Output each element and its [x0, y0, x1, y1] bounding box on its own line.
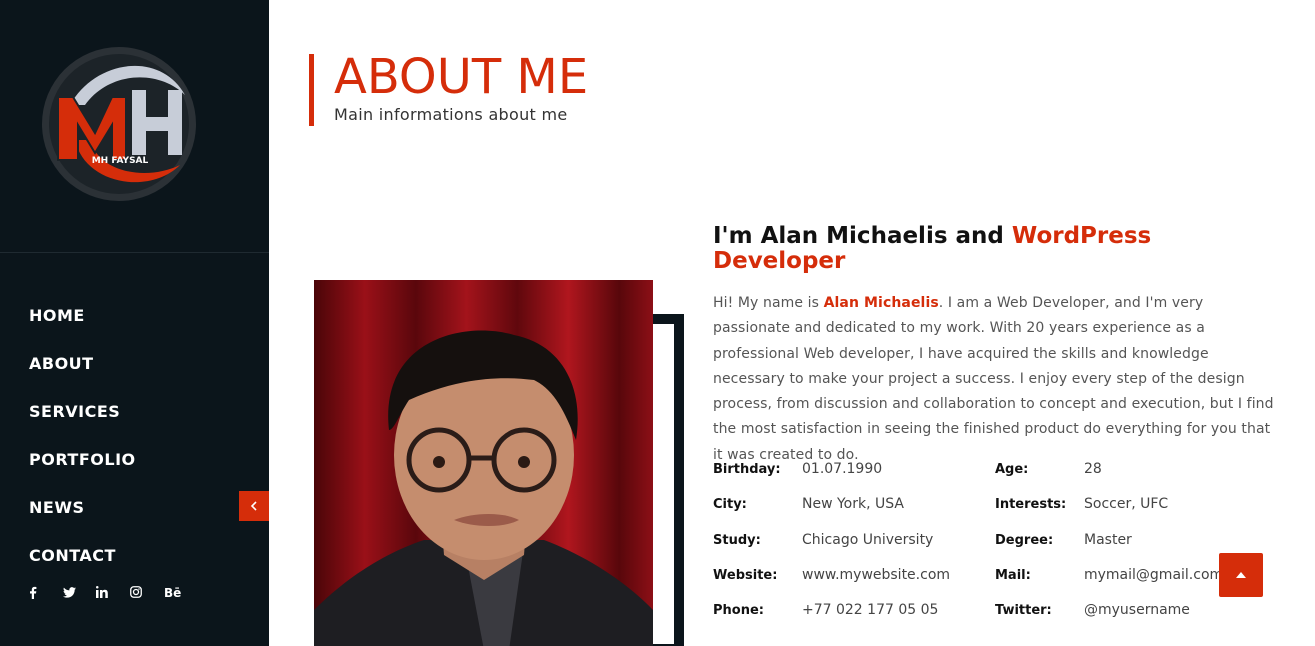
info-value-age: 28 — [1084, 461, 1102, 477]
intro-name: Alan Michaelis — [823, 295, 939, 311]
logo-emblem: MH FAYSAL — [42, 47, 196, 201]
info-label-phone: Phone: — [713, 603, 764, 618]
info-value-phone: +77 022 177 05 05 — [802, 602, 939, 618]
behance-icon[interactable]: Bē — [164, 583, 198, 601]
linkedin-icon[interactable] — [96, 583, 130, 601]
social-links: Bē — [29, 583, 197, 601]
info-value-mail[interactable]: mymail@gmail.com — [1084, 567, 1223, 583]
logo-text: MH FAYSAL — [92, 156, 149, 166]
intro-paragraph: Hi! My name is Alan Michaelis. I am a We… — [713, 291, 1283, 468]
info-label-mail: Mail: — [995, 568, 1031, 583]
info-label-interests: Interests: — [995, 497, 1067, 512]
page-title: ABOUT ME — [334, 49, 589, 105]
info-value-twitter: @myusername — [1084, 602, 1190, 618]
intro-title-prefix: I'm Alan Michaelis and — [713, 223, 1012, 249]
info-label-age: Age: — [995, 462, 1029, 477]
nav-item-news[interactable]: NEWS — [29, 496, 136, 544]
sidebar-divider — [0, 252, 269, 253]
twitter-icon[interactable] — [62, 583, 97, 601]
chevron-left-icon — [250, 501, 257, 511]
nav-item-services[interactable]: SERVICES — [29, 400, 136, 448]
instagram-icon[interactable] — [130, 583, 164, 601]
info-value-interests: Soccer, UFC — [1084, 496, 1169, 512]
info-value-website[interactable]: www.mywebsite.com — [802, 567, 950, 583]
info-value-study: Chicago University — [802, 532, 934, 548]
info-label-city: City: — [713, 497, 747, 512]
main-nav: HOME ABOUT SERVICES PORTFOLIO NEWS CONTA… — [29, 304, 136, 592]
nav-item-portfolio[interactable]: PORTFOLIO — [29, 448, 136, 496]
sidebar: MH FAYSAL HOME ABOUT SERVICES PORTFOLIO … — [0, 0, 269, 646]
nav-item-home[interactable]: HOME — [29, 304, 136, 352]
svg-text:Bē: Bē — [164, 586, 181, 598]
scroll-top-button[interactable] — [1219, 553, 1263, 597]
profile-photo — [314, 280, 653, 646]
info-value-degree: Master — [1084, 532, 1132, 548]
info-label-birthday: Birthday: — [713, 462, 781, 477]
nav-item-about[interactable]: ABOUT — [29, 352, 136, 400]
intro-title: I'm Alan Michaelis and WordPress Develop… — [713, 224, 1183, 274]
intro-text-before: Hi! My name is — [713, 295, 824, 311]
info-label-degree: Degree: — [995, 533, 1054, 548]
info-value-city: New York, USA — [802, 496, 904, 512]
sidebar-collapse-button[interactable] — [239, 491, 269, 521]
intro-text-after: . I am a Web Developer, and I'm very pas… — [713, 295, 1274, 463]
arrow-up-icon — [1236, 572, 1246, 578]
facebook-icon[interactable] — [29, 583, 63, 601]
info-label-website: Website: — [713, 568, 778, 583]
info-label-twitter: Twitter: — [995, 603, 1052, 618]
info-value-birthday: 01.07.1990 — [802, 461, 883, 477]
info-label-study: Study: — [713, 533, 761, 548]
logo[interactable]: MH FAYSAL — [40, 45, 198, 203]
title-accent-bar — [309, 54, 314, 126]
page-subtitle: Main informations about me — [334, 105, 568, 124]
